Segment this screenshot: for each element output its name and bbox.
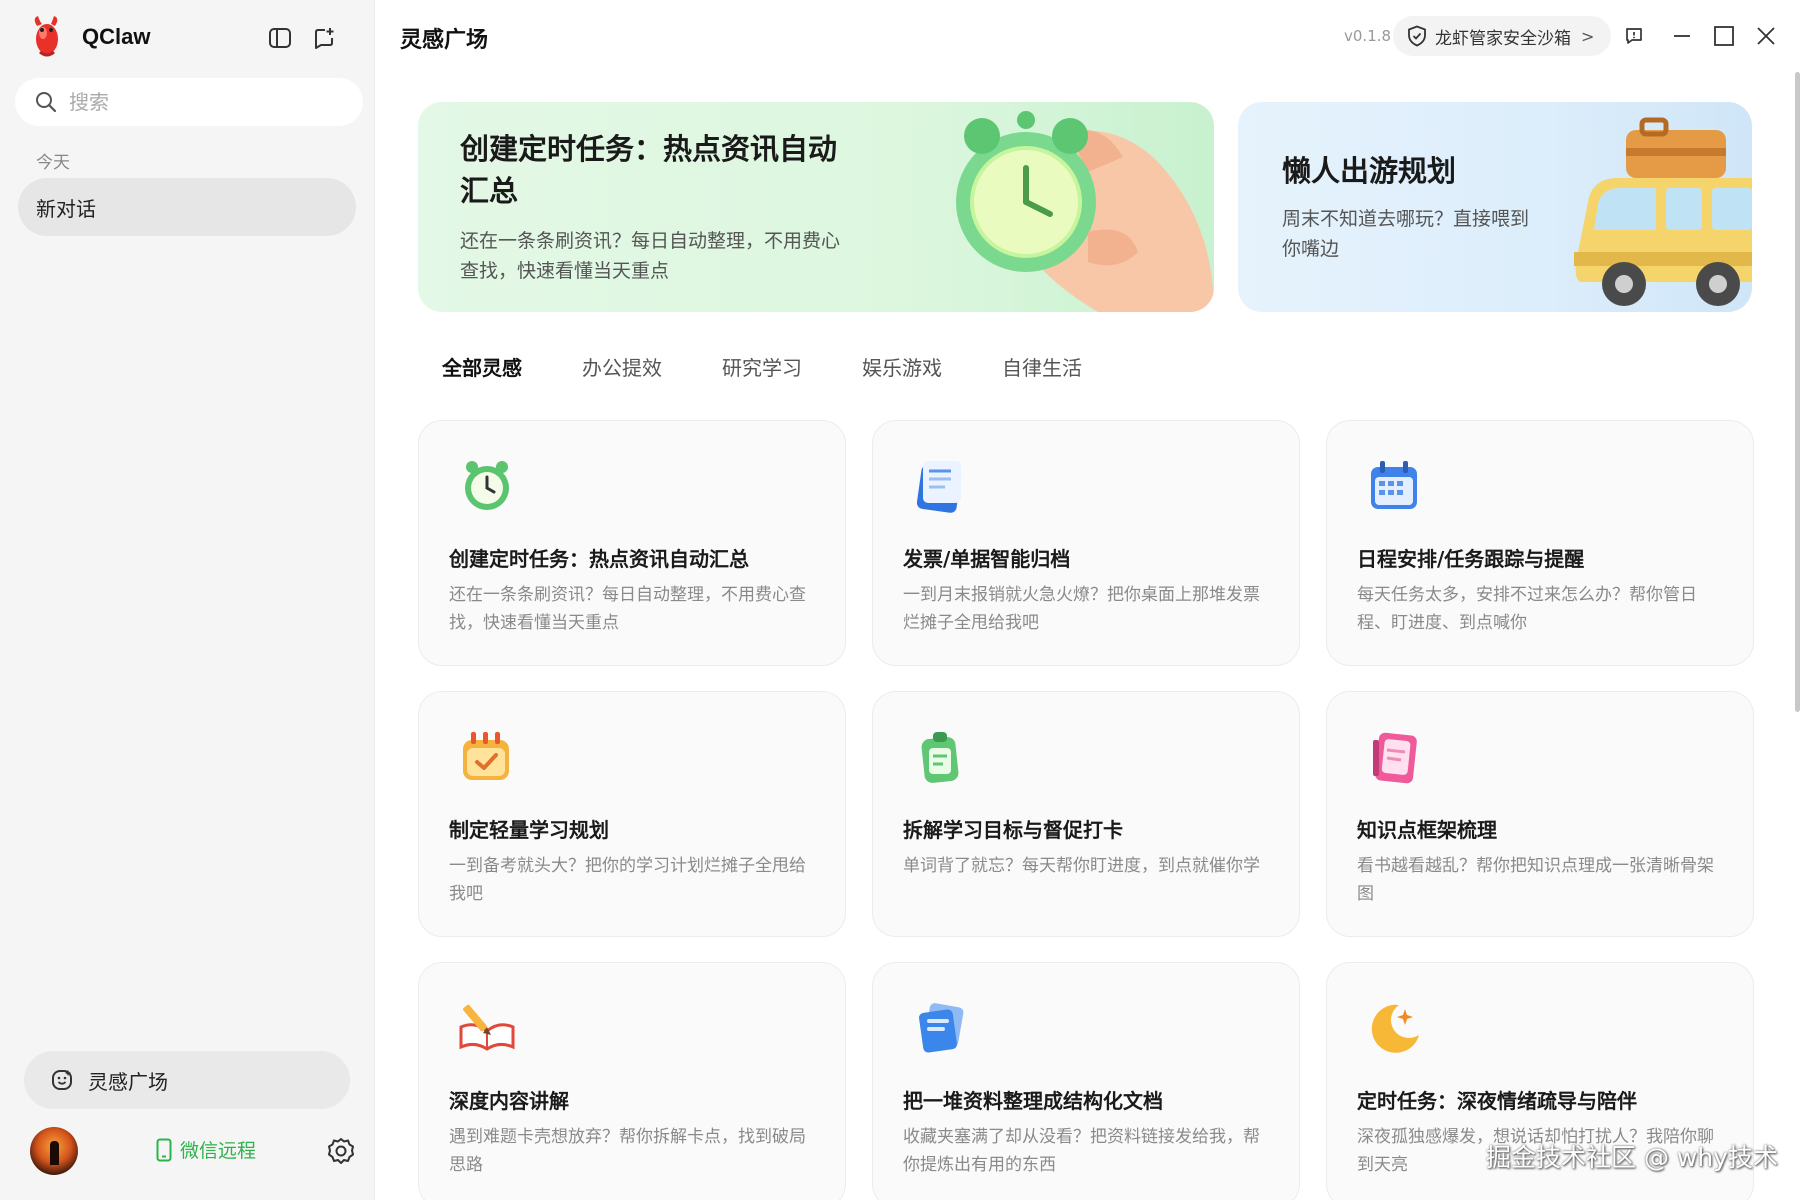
sidebar: QClaw 今天 新对话 灵感广场 微信远程 [0,0,375,1200]
scrollbar[interactable] [1795,72,1800,712]
minimize-button[interactable] [1668,22,1696,50]
card-description: 一到备考就头大？把你的学习计划烂摊子全甩给我吧 [449,856,806,904]
inspiration-card[interactable]: 深度内容讲解 遇到难题卡壳想放弃？帮你拆解卡点，找到破局思路 [418,962,846,1200]
card-title: 制定轻量学习规划 [449,818,609,842]
inspiration-card[interactable]: 日程安排/任务跟踪与提醒 每天任务太多，安排不过来怎么办？帮你管日程、盯进度、到… [1326,420,1754,666]
inspiration-card[interactable]: 把一堆资料整理成结构化文档 收藏夹塞满了却从没看？把资料链接发给我，帮你提炼出有… [872,962,1300,1200]
notebook-icon [1373,732,1417,784]
card-title: 定时任务：深夜情绪疏导与陪伴 [1357,1089,1637,1113]
close-icon [1757,27,1775,45]
inspiration-card[interactable]: 拆解学习目标与督促打卡 单词背了就忘？每天帮你盯进度，到点就催你学 [872,691,1300,937]
feedback-icon [1626,28,1642,44]
app-name: QClaw [82,24,151,49]
app-logo-icon [34,16,58,57]
banner-description: 周末不知道去哪玩？直接喂到你嘴边 [1282,208,1530,260]
card-description: 收藏夹塞满了却从没看？把资料链接发给我，帮你提炼出有用的东西 [903,1127,1260,1175]
van-luggage-illustration [1574,117,1752,306]
phone-icon [156,1138,172,1161]
moon-star-icon [1371,1004,1419,1053]
watermark: 掘金技术社区 @ why技术 [1486,1143,1778,1172]
avatar[interactable] [30,1127,78,1175]
featured-banner-news[interactable]: 创建定时任务：热点资讯自动汇总 还在一条条刷资讯？每日自动整理，不用费心查找，快… [418,102,1214,312]
banner-title: 创建定时任务：热点资讯自动汇总 [460,132,838,208]
search-bar[interactable] [15,78,363,126]
security-sandbox-label: 龙虾管家安全沙箱 [1435,28,1571,49]
card-description: 遇到难题卡壳想放弃？帮你拆解卡点，找到破局思路 [449,1127,806,1175]
tab-all[interactable]: 全部灵感 [442,352,522,381]
sidebar-footer: 微信远程 [30,1126,360,1176]
banner-title: 懒人出游规划 [1282,154,1457,188]
smile-face-icon [52,1070,72,1090]
card-title: 知识点框架梳理 [1357,818,1497,842]
card-title: 日程安排/任务跟踪与提醒 [1357,547,1585,571]
inspiration-card[interactable]: 发票/单据智能归档 一到月末报销就火急火燎？把你桌面上那堆发票烂摊子全甩给我吧 [872,420,1300,666]
page-title: 灵感广场 [400,28,489,53]
maximize-button[interactable] [1710,22,1738,50]
card-description: 看书越看越乱？帮你把知识点理成一张清晰骨架图 [1357,856,1714,904]
tab-entertainment[interactable]: 娱乐游戏 [862,352,942,381]
inspiration-square-button[interactable]: 灵感广场 [24,1051,350,1109]
tab-office[interactable]: 办公提效 [582,352,662,381]
alarm-clock-icon [465,461,509,510]
search-input[interactable] [69,90,329,114]
card-title: 把一堆资料整理成结构化文档 [903,1089,1163,1113]
card-title: 拆解学习目标与督促打卡 [903,818,1123,842]
wechat-remote-label: 微信远程 [180,1140,257,1162]
inspiration-card[interactable]: 制定轻量学习规划 一到备考就头大？把你的学习计划烂摊子全甩给我吧 [418,691,846,937]
banner-description: 还在一条条刷资讯？每日自动整理，不用费心查找，快速看懂当天重点 [460,230,841,282]
card-title: 创建定时任务：热点资讯自动汇总 [449,547,749,571]
close-button[interactable] [1752,22,1780,50]
tab-lifestyle[interactable]: 自律生活 [1002,352,1082,381]
category-tabs: 全部灵感 办公提效 研究学习 娱乐游戏 自律生活 [442,352,1142,381]
sidebar-panel-icon [269,28,291,48]
hand-alarm-clock-illustration [956,111,1214,312]
conversation-item[interactable]: 新对话 [18,178,356,236]
minimize-icon [1674,35,1690,37]
feedback-button[interactable] [1620,22,1648,50]
sidebar-header: QClaw [24,14,354,60]
gear-icon[interactable] [326,1136,356,1166]
open-book-pencil-icon [459,1004,515,1051]
calendar-icon [1371,461,1417,509]
invoice-icon [916,461,962,513]
new-chat-button[interactable] [310,24,338,52]
section-label-today: 今天 [36,153,70,173]
chevron-right-icon: > [1581,26,1595,46]
version-label: v0.1.8 [1344,27,1392,45]
shield-check-icon [1408,25,1426,47]
inspiration-card[interactable]: 创建定时任务：热点资讯自动汇总 还在一条条刷资讯？每日自动整理，不用费心查找，快… [418,420,846,666]
card-title: 深度内容讲解 [449,1089,569,1113]
card-description: 单词背了就忘？每天帮你盯进度，到点就催你学 [903,856,1260,876]
new-chat-icon [315,28,334,49]
clipboard-icon [921,732,959,783]
toggle-sidebar-button[interactable] [266,24,294,52]
search-icon [36,92,57,113]
wechat-remote-button[interactable]: 微信远程 [156,1136,256,1163]
card-description: 还在一条条刷资讯？每日自动整理，不用费心查找，快速看懂当天重点 [449,585,806,633]
security-sandbox-button[interactable]: 龙虾管家安全沙箱 > [1393,16,1611,56]
inspiration-square-label: 灵感广场 [88,1069,168,1094]
inspiration-card[interactable]: 知识点框架梳理 看书越看越乱？帮你把知识点理成一张清晰骨架图 [1326,691,1754,937]
card-description: 一到月末报销就火急火燎？把你桌面上那堆发票烂摊子全甩给我吧 [903,585,1260,633]
featured-banner-travel[interactable]: 懒人出游规划 周末不知道去哪玩？直接喂到你嘴边 [1238,102,1752,312]
checklist-calendar-icon [463,732,509,780]
card-description: 每天任务太多，安排不过来怎么办？帮你管日程、盯进度、到点喊你 [1357,585,1697,633]
documents-stack-icon [919,1003,964,1053]
maximize-icon [1714,26,1734,46]
tab-research[interactable]: 研究学习 [722,352,802,381]
card-title: 发票/单据智能归档 [903,547,1071,571]
